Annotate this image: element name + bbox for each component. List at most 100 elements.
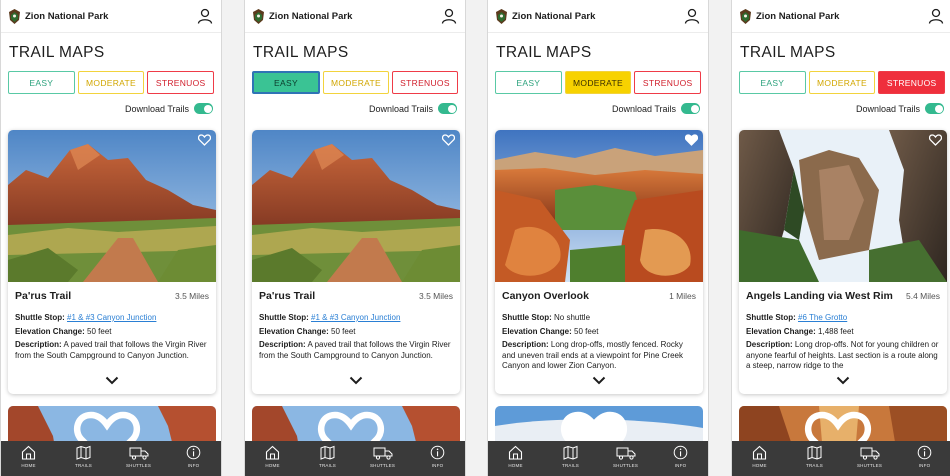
elevation-row: Elevation Change: 50 feet (8, 326, 216, 337)
moderate-filter-button[interactable]: MODERATE (564, 71, 632, 94)
nav-shuttles-label: SHUTTLES (612, 463, 639, 468)
page-title: TRAIL MAPS (253, 44, 349, 61)
trail-distance: 3.5 Miles (418, 291, 453, 301)
shuttle-stop-label: Shuttle Stop: (259, 313, 309, 322)
top-bar: Zion National Park (245, 0, 465, 33)
trail-photo (8, 130, 216, 282)
favorite-heart-icon[interactable] (198, 134, 211, 146)
download-trails-label: Download Trails (855, 103, 920, 114)
info-icon (673, 445, 688, 460)
nav-home[interactable]: HOME (245, 441, 300, 476)
elevation-value: 1,488 feet (818, 327, 854, 336)
nav-trails[interactable]: TRAILS (787, 441, 842, 476)
easy-filter-button[interactable]: EASY (739, 71, 806, 94)
shuttle-stop-link[interactable]: #6 The Grotto (798, 313, 847, 322)
nav-home-label: HOME (21, 463, 36, 468)
moderate-filter-button[interactable]: MODERATE (323, 71, 389, 94)
park-name: Zion National Park (512, 10, 596, 22)
nav-shuttles[interactable]: SHUTTLES (842, 441, 897, 476)
moderate-filter-button[interactable]: MODERATE (808, 71, 876, 94)
easy-filter-button[interactable]: EASY (8, 71, 75, 94)
elevation-label: Elevation Change: (502, 327, 572, 336)
phone-screen-3: Zion National Park TRAIL MAPS EASY MODER… (487, 0, 709, 476)
nav-info-label: INFO (674, 463, 687, 468)
download-trails-label: Download Trails (124, 103, 189, 114)
shuttle-stop-link[interactable]: #1 & #3 Canyon Junction (311, 313, 400, 322)
nav-shuttles[interactable]: SHUTTLES (598, 441, 653, 476)
trail-card[interactable]: Canyon Overlook 1 Miles Shuttle Stop: No… (495, 130, 703, 394)
nps-arrowhead-icon (496, 8, 507, 24)
easy-filter-button[interactable]: EASY (495, 71, 562, 94)
trail-card[interactable]: Pa'rus Trail 3.5 Miles Shuttle Stop: #1 … (8, 130, 216, 394)
park-name: Zion National Park (269, 10, 353, 22)
favorite-heart-icon[interactable] (685, 134, 698, 146)
home-icon (508, 445, 523, 460)
truck-icon (616, 447, 635, 460)
top-bar: Zion National Park (1, 0, 221, 33)
chevron-down-icon[interactable] (349, 376, 363, 385)
nav-trails[interactable]: TRAILS (56, 441, 111, 476)
description-label: Description: (15, 340, 62, 349)
nav-home-label: HOME (508, 463, 523, 468)
phone-screen-4: Zion National Park TRAIL MAPS EASY MODER… (731, 0, 950, 476)
bottom-nav: HOME TRAILS SHUTTLES INFO (488, 441, 708, 476)
nav-home[interactable]: HOME (732, 441, 787, 476)
user-icon[interactable] (928, 8, 944, 24)
nav-shuttles-label: SHUTTLES (856, 463, 883, 468)
truck-icon (860, 447, 879, 460)
favorite-heart-icon[interactable] (442, 134, 455, 146)
nav-home[interactable]: HOME (1, 441, 56, 476)
info-icon (917, 445, 932, 460)
nav-trails-label: TRAILS (319, 463, 336, 468)
download-trails-row: Download Trails (1, 94, 221, 114)
nav-shuttles[interactable]: SHUTTLES (111, 441, 166, 476)
nav-info[interactable]: INFO (653, 441, 708, 476)
difficulty-filter: EASY MODERATE STRENUOS (245, 62, 465, 94)
chevron-down-icon[interactable] (105, 376, 119, 385)
nav-trails[interactable]: TRAILS (300, 441, 355, 476)
download-trails-toggle[interactable] (194, 103, 213, 114)
moderate-filter-button[interactable]: MODERATE (77, 71, 145, 94)
elevation-value: 50 feet (87, 327, 112, 336)
trail-card[interactable]: Pa'rus Trail 3.5 Miles Shuttle Stop: #1 … (252, 130, 460, 394)
user-icon[interactable] (684, 8, 700, 24)
trail-card[interactable]: Angels Landing via West Rim 5.4 Miles Sh… (739, 130, 947, 394)
nav-home-label: HOME (752, 463, 767, 468)
phone-screen-1: Zion National Park TRAIL MAPS EASY MODER… (0, 0, 222, 476)
chevron-down-icon[interactable] (836, 376, 850, 385)
park-name: Zion National Park (756, 10, 840, 22)
nav-info[interactable]: INFO (166, 441, 221, 476)
favorite-heart-icon[interactable] (929, 134, 942, 146)
user-icon[interactable] (197, 8, 213, 24)
nav-info[interactable]: INFO (897, 441, 950, 476)
trail-name: Pa'rus Trail (15, 290, 72, 302)
nav-home[interactable]: HOME (488, 441, 543, 476)
description-row: Description: Long drop-offs, mostly fenc… (495, 340, 703, 372)
download-trails-toggle[interactable] (681, 103, 700, 114)
park-name: Zion National Park (25, 10, 109, 22)
easy-filter-button[interactable]: EASY (252, 71, 320, 94)
strenuous-filter-button[interactable]: STRENUOS (392, 71, 458, 94)
nav-trails[interactable]: TRAILS (543, 441, 598, 476)
download-trails-row: Download Trails (732, 94, 950, 114)
nav-info[interactable]: INFO (410, 441, 465, 476)
info-icon (430, 445, 445, 460)
nav-shuttles-label: SHUTTLES (125, 463, 152, 468)
download-trails-toggle[interactable] (438, 103, 457, 114)
nav-shuttles[interactable]: SHUTTLES (355, 441, 410, 476)
elevation-value: 50 feet (331, 327, 356, 336)
strenuous-filter-button[interactable]: STRENUOS (147, 71, 215, 94)
user-icon[interactable] (441, 8, 457, 24)
trail-name: Canyon Overlook (502, 290, 589, 302)
description-label: Description: (502, 340, 549, 349)
chevron-down-icon[interactable] (592, 376, 606, 385)
strenuous-filter-button[interactable]: STRENUOS (878, 71, 946, 94)
download-trails-toggle[interactable] (925, 103, 944, 114)
download-trails-label: Download Trails (368, 103, 433, 114)
truck-icon (129, 447, 148, 460)
download-trails-row: Download Trails (245, 94, 465, 114)
trail-distance: 1 Miles (669, 291, 696, 301)
strenuous-filter-button[interactable]: STRENUOS (634, 71, 702, 94)
shuttle-stop-link[interactable]: #1 & #3 Canyon Junction (67, 313, 156, 322)
description-row: Description: Long drop-offs. Not for you… (739, 340, 947, 372)
